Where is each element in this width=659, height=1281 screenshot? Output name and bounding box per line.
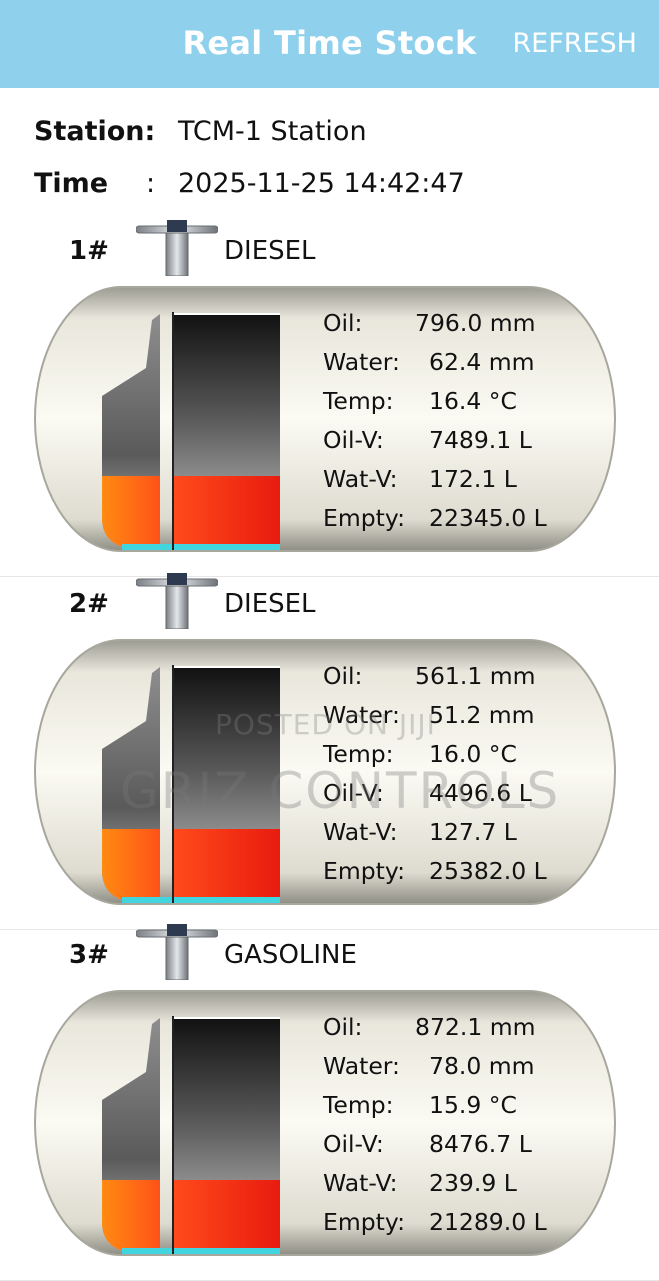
- time-label: Time: [34, 168, 109, 199]
- water-volume-value: 127.7 L: [429, 818, 517, 846]
- valve-icon: [136, 924, 218, 980]
- app-header: Real Time Stock REFRESH: [0, 0, 659, 88]
- oil-volume-value: 8476.7 L: [429, 1130, 532, 1158]
- empty-label: Empty:: [323, 1208, 405, 1236]
- tank-fuel-type: DIESEL: [224, 236, 316, 266]
- temperature-value: 16.0 °C: [429, 740, 517, 768]
- oil-label: Oil:: [323, 309, 363, 337]
- water-height-value: 78.0 mm: [429, 1052, 535, 1080]
- station-value: TCM-1 Station: [178, 116, 367, 147]
- oil-volume-label: Oil-V:: [323, 426, 384, 454]
- empty-label: Empty:: [323, 857, 405, 885]
- water-volume-label: Wat-V:: [323, 1169, 398, 1197]
- valve-icon: [136, 220, 218, 276]
- tank-card-3[interactable]: 3# GASOLINE Oil: 872.1 mm Water: 78.0 mm…: [0, 924, 659, 1281]
- oil-volume-value: 4496.6 L: [429, 779, 532, 807]
- water-label: Water:: [323, 701, 400, 729]
- refresh-button[interactable]: REFRESH: [512, 28, 637, 59]
- empty-volume-value: 22345.0 L: [429, 504, 547, 532]
- water-volume-label: Wat-V:: [323, 465, 398, 493]
- tank-fuel-type: GASOLINE: [224, 940, 357, 970]
- empty-volume-value: 25382.0 L: [429, 857, 547, 885]
- water-height-value: 51.2 mm: [429, 701, 535, 729]
- temp-label: Temp:: [323, 740, 394, 768]
- water-volume-value: 172.1 L: [429, 465, 517, 493]
- oil-volume-value: 7489.1 L: [429, 426, 532, 454]
- water-label: Water:: [323, 1052, 400, 1080]
- water-label: Water:: [323, 348, 400, 376]
- station-label: Station:: [34, 116, 156, 147]
- empty-volume-value: 21289.0 L: [429, 1208, 547, 1236]
- temp-label: Temp:: [323, 387, 394, 415]
- time-row: Time : 2025-11-25 14:42:47: [34, 168, 465, 199]
- empty-label: Empty:: [323, 504, 405, 532]
- time-separator: :: [146, 168, 156, 199]
- tank-number: 2#: [69, 589, 109, 619]
- oil-label: Oil:: [323, 662, 363, 690]
- oil-label: Oil:: [323, 1013, 363, 1041]
- station-row: Station: TCM-1 Station: [34, 116, 367, 147]
- oil-volume-label: Oil-V:: [323, 1130, 384, 1158]
- oil-height-value: 561.1 mm: [415, 662, 536, 690]
- oil-volume-label: Oil-V:: [323, 779, 384, 807]
- tank-fuel-type: DIESEL: [224, 589, 316, 619]
- temp-label: Temp:: [323, 1091, 394, 1119]
- oil-height-value: 872.1 mm: [415, 1013, 536, 1041]
- valve-icon: [136, 573, 218, 629]
- oil-height-value: 796.0 mm: [415, 309, 536, 337]
- tank-card-1[interactable]: 1# DIESEL Oil: 796.0 mm Water: 62.4 mm T…: [0, 220, 659, 577]
- tank-number: 3#: [69, 940, 109, 970]
- tank-card-2[interactable]: 2# DIESEL Oil: 561.1 mm Water: 51.2 mm T…: [0, 573, 659, 930]
- temperature-value: 15.9 °C: [429, 1091, 517, 1119]
- tank-number: 1#: [69, 236, 109, 266]
- water-volume-label: Wat-V:: [323, 818, 398, 846]
- water-height-value: 62.4 mm: [429, 348, 535, 376]
- time-value: 2025-11-25 14:42:47: [178, 168, 465, 199]
- water-volume-value: 239.9 L: [429, 1169, 517, 1197]
- temperature-value: 16.4 °C: [429, 387, 517, 415]
